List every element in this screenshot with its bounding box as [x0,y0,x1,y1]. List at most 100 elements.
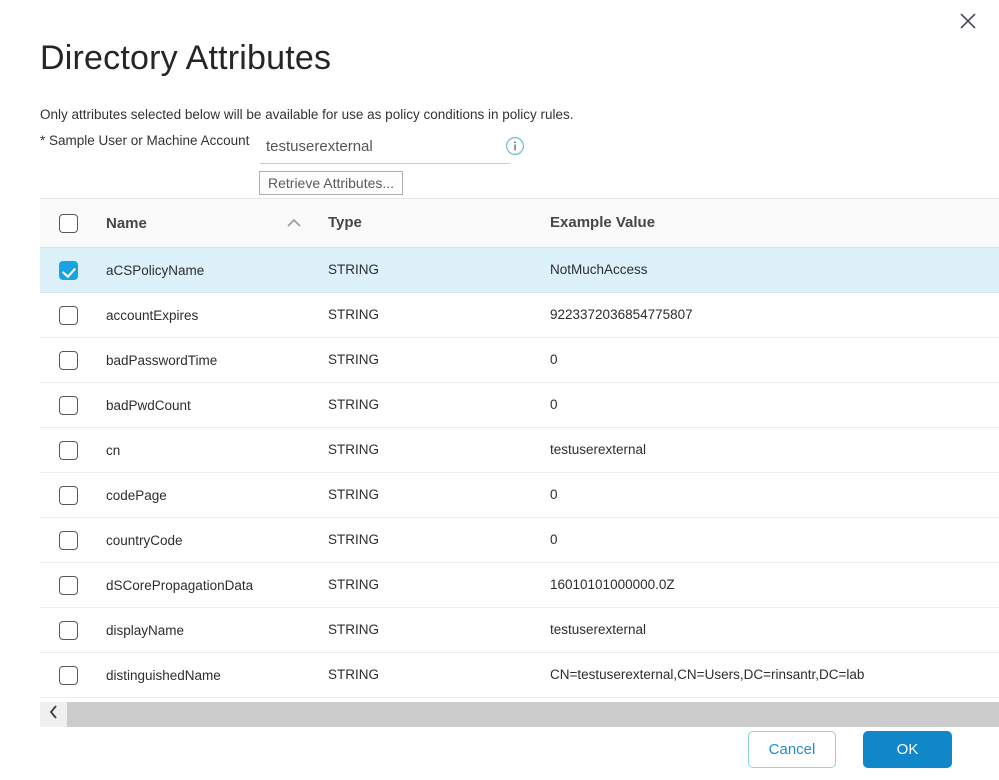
cell-attribute-type: STRING [328,621,550,639]
attribute-type-text: STRING [328,577,380,592]
retrieve-attributes-button[interactable]: Retrieve Attributes... [259,171,404,195]
sample-account-label: * Sample User or Machine Account [40,133,250,148]
cell-example-value: 0 [550,531,999,549]
cell-example-value: 16010101000000.0Z [550,576,999,594]
row-checkbox[interactable] [59,665,78,685]
attribute-name-text: codePage [106,487,167,503]
scroll-left-button[interactable] [40,702,67,727]
attribute-type-text: STRING [328,622,380,637]
row-checkbox[interactable] [59,530,78,550]
attribute-type-text: STRING [328,352,380,367]
attribute-type-text: STRING [328,397,380,412]
cell-attribute-type: STRING [328,306,550,324]
table-row[interactable]: badPwdCount STRING 0 [40,383,999,428]
ok-button[interactable]: OK [863,731,952,768]
table-row[interactable]: badPasswordTime STRING 0 [40,338,999,383]
row-checkbox-cell [40,575,106,595]
example-value-text: NotMuchAccess [550,262,648,277]
cell-attribute-name: aCSPolicyName [106,263,328,278]
sample-account-input[interactable] [260,134,510,164]
attribute-name-text: cn [106,442,121,458]
cell-attribute-type: STRING [328,261,550,279]
attribute-type-text: STRING [328,307,380,322]
attribute-name-text: dSCorePropagationData [106,577,254,593]
cell-attribute-name: countryCode [106,533,328,548]
table-row[interactable]: dSCorePropagationData STRING 1601010100000… [40,563,999,608]
horizontal-scrollbar[interactable] [40,702,999,727]
cell-attribute-name: cn [106,443,328,458]
example-value-text: 9223372036854775807 [550,307,693,322]
column-header-value-cell[interactable]: Example Value [550,214,999,232]
row-checkbox-cell [40,440,106,460]
cell-attribute-type: STRING [328,441,550,459]
attribute-type-text: STRING [328,532,380,547]
attribute-name-text: countryCode [106,532,183,548]
info-circle-icon[interactable] [505,136,525,156]
select-all-cell [40,213,106,233]
row-checkbox[interactable] [59,485,78,505]
attribute-name-text: distinguishedName [106,667,221,683]
attribute-type-text: STRING [328,667,380,682]
cell-example-value: 9223372036854775807 [550,306,999,324]
close-button[interactable] [955,8,981,34]
attributes-table: Name Type Example Value aCSPolicyName STR… [40,198,999,698]
row-checkbox[interactable] [59,620,78,640]
cell-attribute-type: STRING [328,396,550,414]
attribute-name-text: aCSPolicyName [106,262,205,278]
cell-attribute-type: STRING [328,486,550,504]
example-value-text: CN=testuserexternal,CN=Users,DC=rinsantr… [550,667,865,682]
attribute-name-text: badPwdCount [106,397,191,413]
table-row[interactable]: codePage STRING 0 [40,473,999,518]
select-all-checkbox[interactable] [59,213,78,233]
table-row[interactable]: countryCode STRING 0 [40,518,999,563]
table-row[interactable]: displayName STRING testuserexternal [40,608,999,653]
example-value-text: 0 [550,397,558,412]
column-header-type: Type [328,214,362,231]
row-checkbox-cell [40,530,106,550]
cell-attribute-type: STRING [328,666,550,684]
row-checkbox-cell [40,350,106,370]
cell-attribute-type: STRING [328,351,550,369]
table-row[interactable]: cn STRING testuserexternal [40,428,999,473]
column-header-name-cell[interactable]: Name [106,215,328,232]
cell-example-value: testuserexternal [550,441,999,459]
scrollbar-thumb[interactable] [67,702,999,727]
cell-attribute-name: badPwdCount [106,398,328,413]
example-value-text: 0 [550,487,558,502]
example-value-text: testuserexternal [550,622,647,637]
row-checkbox-cell [40,395,106,415]
chevron-up-icon[interactable] [286,218,302,228]
table-body: aCSPolicyName STRING NotMuchAccess accountE… [40,248,999,698]
attribute-type-text: STRING [328,442,380,457]
attribute-type-text: STRING [328,487,380,502]
table-row[interactable]: distinguishedName STRING CN=testuserextern… [40,653,999,698]
dialog-description: Only attributes selected below will be a… [40,107,574,122]
table-header-row: Name Type Example Value [40,198,999,248]
table-row[interactable]: accountExpires STRING 9223372036854775807 [40,293,999,338]
cell-example-value: NotMuchAccess [550,261,999,279]
row-checkbox-cell [40,620,106,640]
cell-attribute-name: dSCorePropagationData [106,578,328,593]
row-checkbox[interactable] [59,575,78,595]
example-value-text: testuserexternal [550,442,647,457]
row-checkbox[interactable] [59,395,78,415]
attribute-name-text: displayName [106,622,185,638]
page-title: Directory Attributes [40,39,332,77]
attribute-name-text: accountExpires [106,307,199,323]
example-value-text: 16010101000000.0Z [550,577,675,592]
row-checkbox[interactable] [59,260,78,280]
cell-example-value: 0 [550,486,999,504]
row-checkbox[interactable] [59,350,78,370]
cell-example-value: testuserexternal [550,621,999,639]
row-checkbox[interactable] [59,305,78,325]
table-row[interactable]: aCSPolicyName STRING NotMuchAccess [40,248,999,293]
row-checkbox-cell [40,485,106,505]
cancel-button[interactable]: Cancel [748,731,836,768]
close-icon [959,12,977,30]
row-checkbox[interactable] [59,440,78,460]
column-header-type-cell[interactable]: Type [328,214,550,232]
example-value-text: 0 [550,532,558,547]
cell-attribute-name: codePage [106,488,328,503]
cell-attribute-name: accountExpires [106,308,328,323]
row-checkbox-cell [40,305,106,325]
